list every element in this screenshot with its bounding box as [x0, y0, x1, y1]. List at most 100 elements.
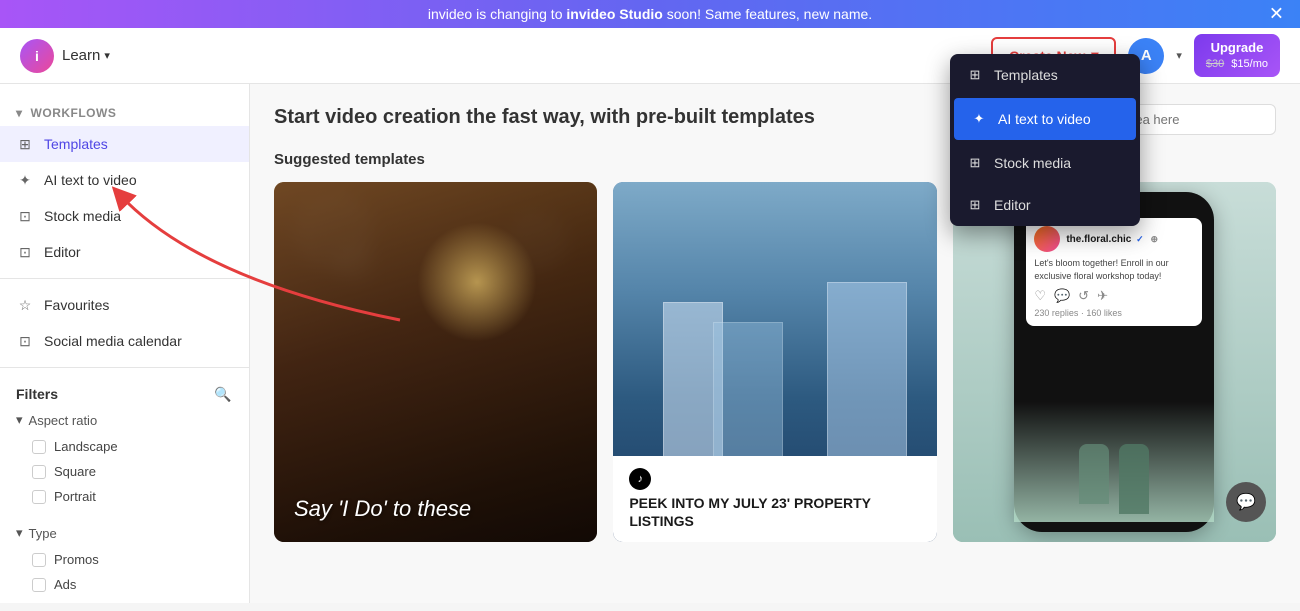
editor-icon: ⊡: [16, 243, 34, 261]
dropdown-stock-label: Stock media: [994, 155, 1071, 171]
template-card-floral[interactable]: the.floral.chic ✓ ⊕ Let's bloom together…: [953, 182, 1276, 542]
sidebar-item-editor[interactable]: ⊡ Editor: [0, 234, 249, 270]
chevron-down-icon: ▾: [16, 106, 23, 120]
sidebar-divider-2: [0, 367, 249, 368]
share-icon: ✈: [1097, 288, 1108, 304]
chevron-down-icon: ▾: [104, 49, 110, 62]
dropdown-templates-label: Templates: [994, 67, 1058, 83]
editor-icon: ⊞: [966, 196, 984, 214]
type-section: ▾ Type Promos Ads Listicles Slideshow: [0, 517, 249, 603]
sidebar-divider: [0, 278, 249, 279]
chevron-down-icon: ▾: [16, 412, 23, 428]
filter-portrait[interactable]: Portrait: [16, 484, 233, 509]
page-title: Start video creation the fast way, with …: [274, 106, 815, 129]
landscape-label: Landscape: [54, 439, 118, 454]
wedding-card-overlay: Say 'I Do' to these: [274, 476, 597, 542]
sidebar-social-label: Social media calendar: [44, 333, 182, 349]
template-card-property[interactable]: ♪ PEEK INTO MY JULY 23' PROPERTY LISTING…: [613, 182, 936, 542]
dropdown-item-ai-text[interactable]: ✦ AI text to video: [954, 98, 1136, 140]
template-card-wedding[interactable]: Say 'I Do' to these: [274, 182, 597, 542]
templates-icon: ⊞: [966, 66, 984, 84]
stock-media-icon: ⊞: [966, 154, 984, 172]
calendar-icon: ⊡: [16, 332, 34, 350]
square-label: Square: [54, 464, 96, 479]
sidebar-ai-label: AI text to video: [44, 172, 137, 188]
post-avatar: [1034, 226, 1060, 252]
dropdown-item-templates[interactable]: ⊞ Templates: [950, 54, 1140, 96]
post-actions: ♡ 💬 ↺ ✈: [1034, 288, 1194, 304]
dropdown-ai-label: AI text to video: [998, 111, 1091, 127]
banner-close-button[interactable]: ✕: [1269, 4, 1284, 25]
sidebar-templates-label: Templates: [44, 136, 108, 152]
tiktok-icon: ♪: [629, 468, 651, 490]
star-icon: ☆: [16, 296, 34, 314]
comment-icon: 💬: [1054, 288, 1070, 304]
main-content: Start video creation the fast way, with …: [250, 84, 1300, 603]
sidebar-item-favourites[interactable]: ☆ Favourites: [0, 287, 249, 323]
type-label: Type: [29, 526, 57, 541]
post-text: Let's bloom together! Enroll in our excl…: [1034, 257, 1194, 282]
verified-badge: ✓: [1136, 234, 1144, 244]
dropdown-item-editor[interactable]: ⊞ Editor: [950, 184, 1140, 226]
templates-grid: Say 'I Do' to these ♪ PEEK INTO MY J: [274, 182, 1276, 542]
listicles-label: Listicles: [54, 602, 100, 603]
type-filter-section[interactable]: ▾ Type: [16, 525, 233, 541]
chevron-down-icon[interactable]: ▾: [1176, 49, 1182, 62]
landscape-checkbox[interactable]: [32, 440, 46, 454]
wedding-card-text: Say 'I Do' to these: [294, 496, 577, 522]
create-new-dropdown: ⊞ Templates ✦ AI text to video ⊞ Stock m…: [950, 54, 1140, 226]
announcement-banner: invideo is changing to invideo Studio so…: [0, 0, 1300, 28]
sidebar-item-ai-text[interactable]: ✦ AI text to video: [0, 162, 249, 198]
sidebar-item-templates[interactable]: ⊞ Templates: [0, 126, 249, 162]
stock-media-icon: ⊡: [16, 207, 34, 225]
ads-label: Ads: [54, 577, 76, 592]
heart-icon: ♡: [1034, 288, 1046, 304]
banner-text: invideo is changing to invideo Studio so…: [428, 6, 872, 22]
upgrade-label: Upgrade: [1211, 40, 1264, 57]
upgrade-price: $30 $15/mo: [1206, 57, 1268, 71]
square-checkbox[interactable]: [32, 465, 46, 479]
property-card-title: PEEK INTO MY JULY 23' PROPERTY LISTINGS: [629, 494, 920, 530]
sidebar-item-stock-media[interactable]: ⊡ Stock media: [0, 198, 249, 234]
post-username: the.floral.chic ✓ ⊕: [1066, 234, 1158, 245]
dropdown-editor-label: Editor: [994, 197, 1031, 213]
sidebar: ▾ Workflows ⊞ Templates ✦ AI text to vid…: [0, 84, 250, 603]
filter-ads[interactable]: Ads: [16, 572, 233, 597]
ai-text-icon: ✦: [16, 171, 34, 189]
dropdown-item-stock-media[interactable]: ⊞ Stock media: [950, 142, 1140, 184]
filter-search-icon[interactable]: 🔍: [213, 384, 233, 404]
promos-label: Promos: [54, 552, 99, 567]
workflows-label: Workflows: [31, 106, 117, 120]
post-stats: 230 replies · 160 likes: [1034, 308, 1194, 318]
ads-checkbox[interactable]: [32, 578, 46, 592]
chat-button[interactable]: 💬: [1226, 482, 1266, 522]
filter-promos[interactable]: Promos: [16, 547, 233, 572]
promos-checkbox[interactable]: [32, 553, 46, 567]
retweet-icon: ↺: [1078, 288, 1089, 304]
portrait-label: Portrait: [54, 489, 96, 504]
listicles-checkbox[interactable]: [32, 603, 46, 604]
filter-listicles[interactable]: Listicles: [16, 597, 233, 603]
aspect-ratio-section[interactable]: ▾ Aspect ratio: [16, 412, 233, 428]
chevron-down-icon: ▾: [16, 525, 23, 541]
filters-section: Filters 🔍 ▾ Aspect ratio Landscape Squar…: [0, 376, 249, 517]
property-card-footer: ♪ PEEK INTO MY JULY 23' PROPERTY LISTING…: [613, 456, 936, 542]
logo: i: [20, 39, 54, 73]
header-left: i Learn ▾: [20, 39, 110, 73]
learn-button[interactable]: Learn ▾: [62, 47, 110, 64]
filter-landscape[interactable]: Landscape: [16, 434, 233, 459]
threads-icon: ⊕: [1150, 234, 1158, 244]
filter-square[interactable]: Square: [16, 459, 233, 484]
upgrade-button[interactable]: Upgrade $30 $15/mo: [1194, 34, 1280, 77]
phone-mockup: the.floral.chic ✓ ⊕ Let's bloom together…: [1014, 192, 1214, 532]
floral-post-card: the.floral.chic ✓ ⊕ Let's bloom together…: [1026, 218, 1202, 326]
phone-background-image: [1014, 402, 1214, 522]
portrait-checkbox[interactable]: [32, 490, 46, 504]
templates-icon: ⊞: [16, 135, 34, 153]
filters-title: Filters 🔍: [16, 384, 233, 404]
workflows-section: ▾ Workflows: [0, 100, 249, 126]
sidebar-editor-label: Editor: [44, 244, 81, 260]
ai-text-icon: ✦: [970, 110, 988, 128]
sidebar-item-social-calendar[interactable]: ⊡ Social media calendar: [0, 323, 249, 359]
aspect-ratio-label: Aspect ratio: [29, 413, 98, 428]
